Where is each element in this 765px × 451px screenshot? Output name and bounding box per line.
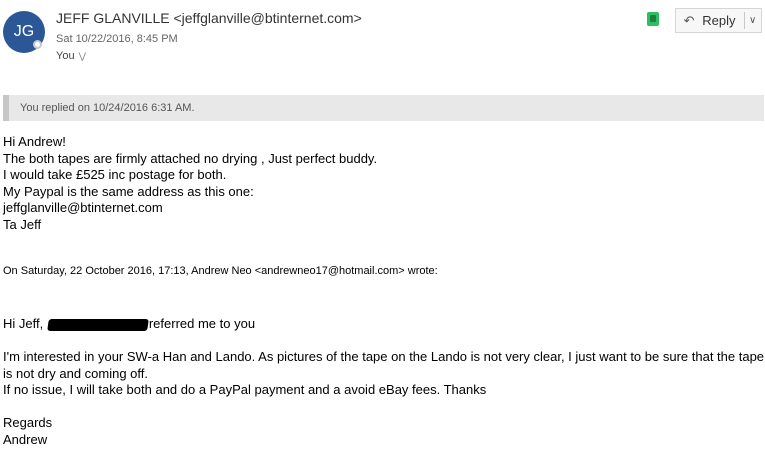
reply-arrow-icon: ↶ — [683, 12, 695, 28]
body-email-link[interactable]: jeffglanville@btinternet.com — [3, 200, 377, 217]
recipient-line[interactable]: You ⋁ — [56, 50, 86, 62]
quoted-message: Hi Jeff, referred me to you I'm interest… — [3, 316, 765, 448]
evernote-icon[interactable] — [647, 12, 659, 26]
quoted-paragraph: If no issue, I will take both and do a P… — [3, 382, 487, 397]
body-line: I would take £525 inc postage for both. — [3, 167, 227, 182]
quoted-name: Andrew — [3, 431, 48, 447]
body-line: Hi Andrew! — [3, 134, 66, 149]
redaction-mark — [47, 318, 149, 331]
avatar-initials: JG — [13, 23, 35, 40]
body-line: The both tapes are firmly attached no dr… — [3, 150, 378, 166]
body-line: My Paypal is the same address as this on… — [3, 183, 254, 199]
replied-notice-text: You replied on 10/24/2016 6:31 AM. — [20, 102, 195, 114]
recipient-name: You — [56, 50, 75, 62]
chevron-down-icon[interactable]: ⋁ — [79, 51, 86, 61]
chevron-down-icon[interactable]: ∨ — [744, 15, 761, 26]
quoted-signoff: Regards — [3, 415, 53, 430]
replied-notice: You replied on 10/24/2016 6:31 AM. — [3, 95, 764, 121]
presence-icon — [33, 40, 42, 49]
body-line: Ta Jeff — [3, 216, 42, 232]
quote-header: On Saturday, 22 October 2016, 17:13, And… — [3, 265, 438, 277]
quoted-paragraph: I'm interested in your SW-a Han and Land… — [3, 349, 765, 381]
quoted-greeting: Hi Jeff, referred me to you — [3, 316, 765, 333]
message-date: Sat 10/22/2016, 8:45 PM — [56, 33, 178, 45]
greeting-tail: referred me to you — [148, 316, 256, 331]
sender-name[interactable]: JEFF GLANVILLE <jeffglanville@btinternet… — [56, 10, 362, 26]
greeting-text: Hi Jeff, — [3, 316, 44, 331]
reply-button[interactable]: ↶ Reply ∨ — [675, 8, 762, 33]
reply-label: Reply — [702, 13, 736, 28]
message-body: Hi Andrew! The both tapes are firmly att… — [3, 134, 377, 233]
